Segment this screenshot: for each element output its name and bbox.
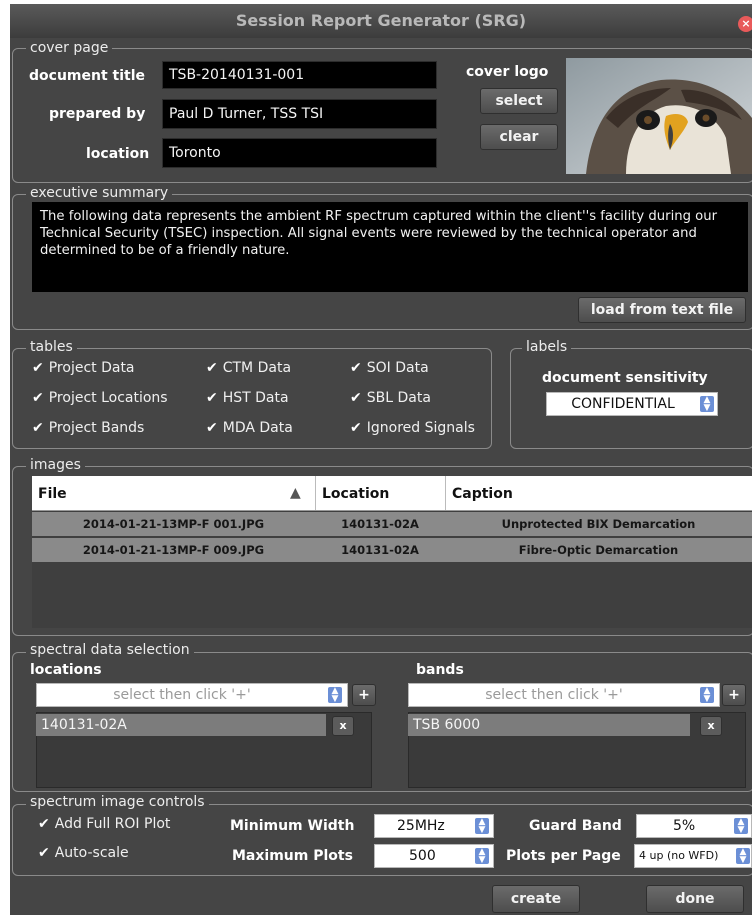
locations-label: locations	[30, 662, 102, 678]
table-cell-file: 2014-01-21-13MP-F 001.JPG	[82, 517, 265, 531]
document-sensitivity-select[interactable]: CONFIDENTIAL	[546, 392, 718, 416]
maximum-plots-label: Maximum Plots	[232, 848, 353, 864]
plots-per-page-label: Plots per Page	[506, 848, 621, 864]
checkmark-icon: ✔	[350, 420, 362, 436]
checkmark-icon: ✔	[32, 390, 44, 406]
document-sensitivity-label: document sensitivity	[542, 370, 708, 386]
checkbox-ignored-signals[interactable]: ✔ Ignored Signals	[350, 420, 475, 436]
checkbox-project-data[interactable]: ✔ Project Data	[32, 360, 135, 376]
table-cell-caption: Fibre-Optic Demarcation	[518, 543, 679, 557]
checkmark-icon: ✔	[32, 360, 44, 376]
checkbox-ctm-data[interactable]: ✔ CTM Data	[206, 360, 291, 376]
list-item[interactable]: 140131-02A	[36, 714, 326, 736]
window-title: Session Report Generator (SRG)	[235, 11, 527, 30]
column-header-location[interactable]: Location	[322, 486, 389, 502]
bands-select[interactable]: select then click '+'	[408, 683, 720, 707]
prepared-by-label: prepared by	[49, 106, 146, 122]
list-item[interactable]: TSB 6000	[408, 714, 690, 736]
checkbox-sbl-data[interactable]: ✔ SBL Data	[350, 390, 431, 406]
executive-summary-legend: executive summary	[26, 185, 173, 201]
checkmark-icon: ✔	[350, 360, 362, 376]
cover-page-legend: cover page	[26, 40, 113, 56]
select-stepper-icon[interactable]: ▲ ▼	[700, 396, 714, 413]
prepared-by-field[interactable]: Paul D Turner, TSS TSI	[162, 99, 437, 129]
select-stepper-icon[interactable]: ▲ ▼	[736, 848, 750, 865]
executive-summary-textarea[interactable]: The following data represents the ambien…	[32, 202, 748, 292]
spectral-data-selection-legend: spectral data selection	[26, 642, 194, 658]
checkbox-auto-scale[interactable]: ✔ Auto-scale	[38, 845, 129, 861]
create-button[interactable]: create	[492, 885, 580, 913]
remove-band-button[interactable]: x	[700, 716, 722, 736]
images-table-header	[32, 476, 752, 511]
images-legend: images	[26, 457, 85, 473]
checkmark-icon: ✔	[206, 390, 218, 406]
select-stepper-icon[interactable]: ▲ ▼	[475, 848, 489, 865]
checkmark-icon: ✔	[38, 845, 50, 861]
table-cell-caption: Unprotected BIX Demarcation	[501, 517, 696, 531]
checkmark-icon: ✔	[350, 390, 362, 406]
checkbox-hst-data[interactable]: ✔ HST Data	[206, 390, 289, 406]
select-stepper-icon[interactable]: ▲ ▼	[734, 818, 748, 835]
location-field[interactable]: Toronto	[162, 138, 437, 168]
clear-logo-button[interactable]: clear	[480, 124, 558, 150]
column-header-caption[interactable]: Caption	[452, 486, 513, 502]
location-label: location	[86, 146, 150, 162]
column-divider	[315, 476, 316, 510]
sort-ascending-icon[interactable]: ▲	[290, 485, 301, 501]
tables-legend: tables	[26, 339, 77, 355]
document-title-field[interactable]: TSB-20140131-001	[162, 61, 437, 89]
checkbox-add-full-roi-plot[interactable]: ✔ Add Full ROI Plot	[38, 816, 170, 832]
select-stepper-icon[interactable]: ▲ ▼	[700, 687, 714, 704]
checkbox-mda-data[interactable]: ✔ MDA Data	[206, 420, 293, 436]
checkmark-icon: ✔	[32, 420, 44, 436]
minimum-width-label: Minimum Width	[230, 818, 355, 834]
checkbox-project-bands[interactable]: ✔ Project Bands	[32, 420, 144, 436]
labels-legend: labels	[522, 339, 572, 355]
table-cell-location: 140131-02A	[341, 517, 419, 531]
checkmark-icon: ✔	[206, 360, 218, 376]
column-header-file[interactable]: File	[38, 486, 67, 502]
select-stepper-icon[interactable]: ▲ ▼	[475, 818, 489, 835]
plots-per-page-select[interactable]: 4 up (no WFD)	[634, 844, 752, 868]
done-button[interactable]: done	[646, 885, 744, 913]
spectrum-image-controls-legend: spectrum image controls	[26, 794, 209, 810]
document-title-label: document title	[29, 68, 145, 84]
close-icon[interactable]: ×	[738, 16, 752, 32]
images-table: File ▲ Location Caption 2014-01-21-13MP-…	[32, 476, 752, 628]
add-band-button[interactable]: +	[722, 684, 746, 706]
column-divider	[445, 476, 446, 510]
table-cell-location: 140131-02A	[341, 543, 419, 557]
locations-select[interactable]: select then click '+'	[36, 683, 348, 707]
checkmark-icon: ✔	[38, 816, 50, 832]
guard-band-label: Guard Band	[529, 818, 622, 834]
table-row[interactable]: 2014-01-21-13MP-F 001.JPG 140131-02A Unp…	[32, 512, 752, 536]
srg-window: Session Report Generator (SRG) × cover p…	[10, 4, 752, 915]
table-row[interactable]: 2014-01-21-13MP-F 009.JPG 140131-02A Fib…	[32, 538, 752, 562]
add-location-button[interactable]: +	[352, 684, 376, 706]
table-cell-file: 2014-01-21-13MP-F 009.JPG	[82, 543, 265, 557]
checkmark-icon: ✔	[206, 420, 218, 436]
remove-location-button[interactable]: x	[332, 716, 354, 736]
select-stepper-icon[interactable]: ▲ ▼	[328, 687, 342, 704]
select-logo-button[interactable]: select	[480, 88, 558, 114]
checkbox-soi-data[interactable]: ✔ SOI Data	[350, 360, 429, 376]
checkbox-project-locations[interactable]: ✔ Project Locations	[32, 390, 168, 406]
bands-label: bands	[416, 662, 464, 678]
cover-logo-label: cover logo	[466, 64, 549, 80]
load-from-text-file-button[interactable]: load from text file	[578, 297, 746, 323]
cover-logo-image	[566, 58, 752, 174]
